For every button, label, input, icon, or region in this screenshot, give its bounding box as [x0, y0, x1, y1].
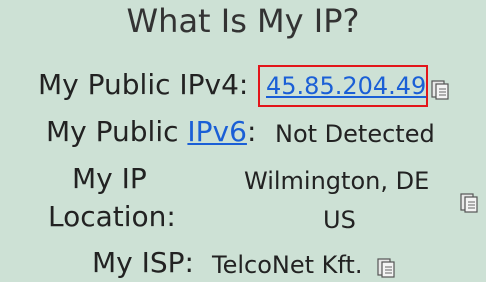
isp-value: TelcoNet Kft.	[212, 251, 363, 279]
ipv6-label-prefix: My Public	[46, 115, 179, 148]
page-title: What Is My IP?	[126, 2, 360, 40]
ipv4-address-link[interactable]: 45.85.204.49	[266, 72, 426, 100]
ipv6-value: Not Detected	[275, 120, 435, 148]
copy-ipv4-icon[interactable]	[431, 78, 449, 100]
location-country-value: US	[323, 206, 356, 234]
copy-isp-icon[interactable]	[377, 256, 395, 278]
copy-location-icon[interactable]	[460, 191, 478, 213]
ipv6-link[interactable]: IPv6	[187, 115, 247, 148]
ipv4-label: My Public IPv4:	[38, 68, 249, 101]
location-city-value: Wilmington, DE	[244, 167, 430, 195]
ipv6-label-colon: :	[246, 115, 257, 148]
ipv6-label: My Public IPv6:	[46, 115, 256, 148]
location-label-line2: Location:	[48, 200, 176, 233]
location-label-line1: My IP	[72, 162, 147, 195]
isp-label: My ISP:	[92, 246, 194, 279]
